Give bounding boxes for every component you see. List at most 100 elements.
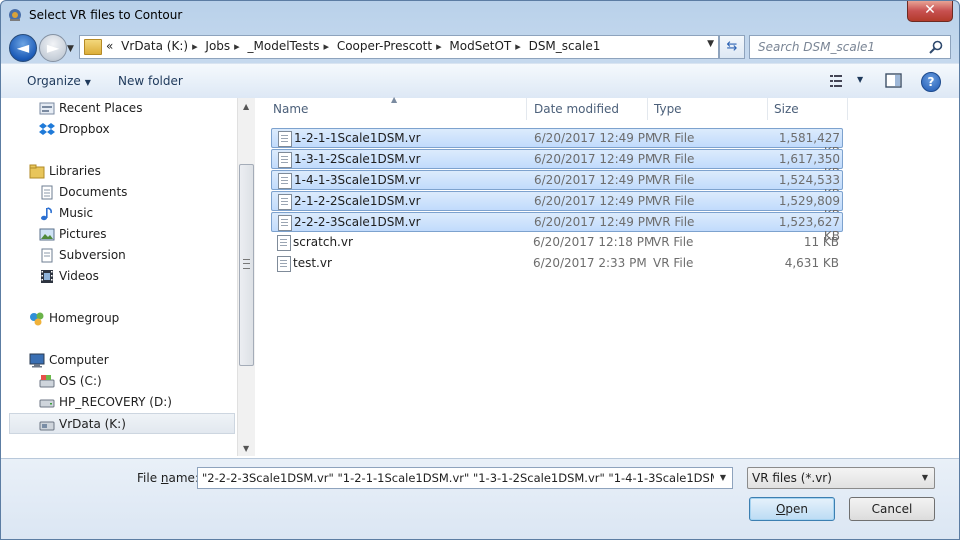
close-button[interactable]: ✕ [907,1,953,22]
sidebar-item-recent-places[interactable]: Recent Places [1,98,237,119]
help-icon[interactable]: ? [921,72,941,92]
sidebar-item-videos[interactable]: Videos [1,266,237,287]
forward-button[interactable]: ► [39,34,67,62]
file-type: VR File [653,235,694,249]
file-type-select[interactable]: VR files (*.vr) ▼ [747,467,935,489]
libraries-icon [29,164,45,179]
vr-file-icon [278,131,292,147]
change-view-icon[interactable] [829,73,847,89]
filename-input[interactable]: "2-2-2-3Scale1DSM.vr" "1-2-1-1Scale1DSM.… [197,467,733,489]
vr-file-icon [277,235,291,251]
breadcrumb-modsetot[interactable]: ModSetOT [449,39,511,53]
search-input[interactable]: Search DSM_scale1 [749,35,951,59]
back-button[interactable]: ◄ [9,34,37,62]
vr-file-icon [277,256,291,272]
chevron-right-icon[interactable]: ▸ [234,40,240,53]
chevron-right-icon[interactable]: ▸ [323,40,329,53]
table-row[interactable]: 2-1-2-2Scale1DSM.vr 6/20/2017 12:49 PM V… [271,191,843,222]
new-folder-button[interactable]: New folder [118,74,183,88]
filename-dropdown-icon[interactable]: ▼ [714,468,732,488]
file-name: 2-2-2-3Scale1DSM.vr [294,215,421,229]
file-date: 6/20/2017 12:49 PM [534,173,656,187]
sidebar-item-label: OS (C:) [59,374,102,388]
organize-button[interactable]: Organize ▼ [27,74,91,88]
chevron-right-icon[interactable]: ▸ [192,40,198,53]
command-toolbar: Organize ▼ New folder ▼ ? [1,63,959,99]
sidebar-item-label: Subversion [59,248,126,262]
breadcrumb-overflow[interactable]: « [106,39,113,53]
title-bar[interactable]: Select VR files to Contour ✕ [1,1,959,31]
subversion-icon [41,248,53,263]
file-list: Name ▲ Date modified Type Size 1-2-1-1Sc… [255,95,959,456]
sidebar-item-vrdata-k[interactable]: VrData (K:) [9,413,235,434]
navigation-pane-scrollbar[interactable]: ▲ ▼ [237,98,255,456]
videos-icon [41,270,53,283]
table-row[interactable]: 1-2-1-1Scale1DSM.vr 6/20/2017 12:49 PM V… [271,128,843,159]
column-header-date[interactable]: Date modified [528,98,648,120]
sidebar-item-music[interactable]: Music [1,203,237,224]
sidebar-item-label: HP_RECOVERY (D:) [59,395,172,409]
table-row[interactable]: test.vr 6/20/2017 2:33 PM VR File 4,631 … [271,254,843,274]
recent-pages-dropdown-icon[interactable]: ▼ [67,44,74,54]
refresh-button[interactable]: ⇆ [719,35,745,59]
view-options-dropdown-icon[interactable]: ▼ [857,75,863,84]
sidebar-item-label: Dropbox [59,122,110,136]
column-type-label: Type [654,102,682,116]
vr-file-icon [278,194,292,210]
drive-c-icon [39,375,55,388]
preview-pane-icon[interactable] [885,73,903,89]
sidebar-item-computer[interactable]: Computer [1,350,237,371]
sidebar-item-hp-recovery[interactable]: HP_RECOVERY (D:) [1,392,237,413]
sidebar-item-label: Libraries [49,164,101,178]
chevron-right-icon[interactable]: ▸ [515,40,521,53]
breadcrumb-vrdata[interactable]: VrData (K:) [121,39,188,53]
breadcrumb-modeltests[interactable]: _ModelTests [248,39,320,53]
navigation-pane: Recent Places Dropbox Libraries Document… [1,98,237,456]
forward-arrow-icon: ► [46,38,60,57]
filename-label: File name: [137,471,199,485]
scroll-up-icon[interactable]: ▲ [243,102,249,111]
address-dropdown-icon[interactable]: ▼ [707,39,714,49]
sidebar-item-label: Documents [59,185,128,199]
navigation-bar: ◄ ► ▼ « VrData (K:) ▸ Jobs ▸ _ModelTests ▸ … [1,31,959,63]
scrollbar-thumb[interactable] [239,164,254,366]
sidebar-item-pictures[interactable]: Pictures [1,224,237,245]
breadcrumb-jobs[interactable]: Jobs [205,39,230,53]
back-arrow-icon: ◄ [16,38,30,57]
sidebar-item-label: Videos [59,269,99,283]
table-row[interactable]: 1-4-1-3Scale1DSM.vr 6/20/2017 12:49 PM V… [271,170,843,201]
sidebar-item-label: VrData (K:) [59,417,126,431]
file-name: 1-4-1-3Scale1DSM.vr [294,173,421,187]
sidebar-item-homegroup[interactable]: Homegroup [1,308,237,329]
drive-d-icon [39,399,55,408]
address-bar[interactable]: « VrData (K:) ▸ Jobs ▸ _ModelTests ▸ Cooper… [79,35,719,59]
table-row[interactable]: scratch.vr 6/20/2017 12:18 PM VR File 11… [271,233,843,253]
search-icon[interactable] [928,39,944,55]
sidebar-item-label: Pictures [59,227,107,241]
sort-ascending-icon: ▲ [391,95,398,104]
breadcrumb-dsm-scale1[interactable]: DSM_scale1 [529,39,601,53]
cancel-button[interactable]: Cancel [849,497,935,521]
column-header-size[interactable]: Size [768,98,848,120]
grip-icon [243,259,250,269]
table-row[interactable]: 2-2-2-3Scale1DSM.vr 6/20/2017 12:49 PM V… [271,212,843,243]
breadcrumb-cooper-prescott[interactable]: Cooper-Prescott [337,39,432,53]
pictures-icon [39,228,55,241]
column-header-type[interactable]: Type [648,98,768,120]
sidebar-item-subversion[interactable]: Subversion [1,245,237,266]
music-icon [41,207,52,221]
file-date: 6/20/2017 12:49 PM [534,131,656,145]
table-row[interactable]: 1-3-1-2Scale1DSM.vr 6/20/2017 12:49 PM V… [271,149,843,180]
file-date: 6/20/2017 2:33 PM [533,256,647,270]
file-name: test.vr [293,256,332,270]
app-icon [9,9,21,21]
chevron-down-icon: ▼ [921,473,928,482]
open-button[interactable]: Open [749,497,835,521]
chevron-right-icon[interactable]: ▸ [436,40,442,53]
sidebar-item-os-c[interactable]: OS (C:) [1,371,237,392]
sidebar-item-documents[interactable]: Documents [1,182,237,203]
sidebar-item-libraries[interactable]: Libraries [1,161,237,182]
scroll-down-icon[interactable]: ▼ [243,444,249,453]
dropbox-icon [39,123,55,135]
sidebar-item-dropbox[interactable]: Dropbox [1,119,237,140]
